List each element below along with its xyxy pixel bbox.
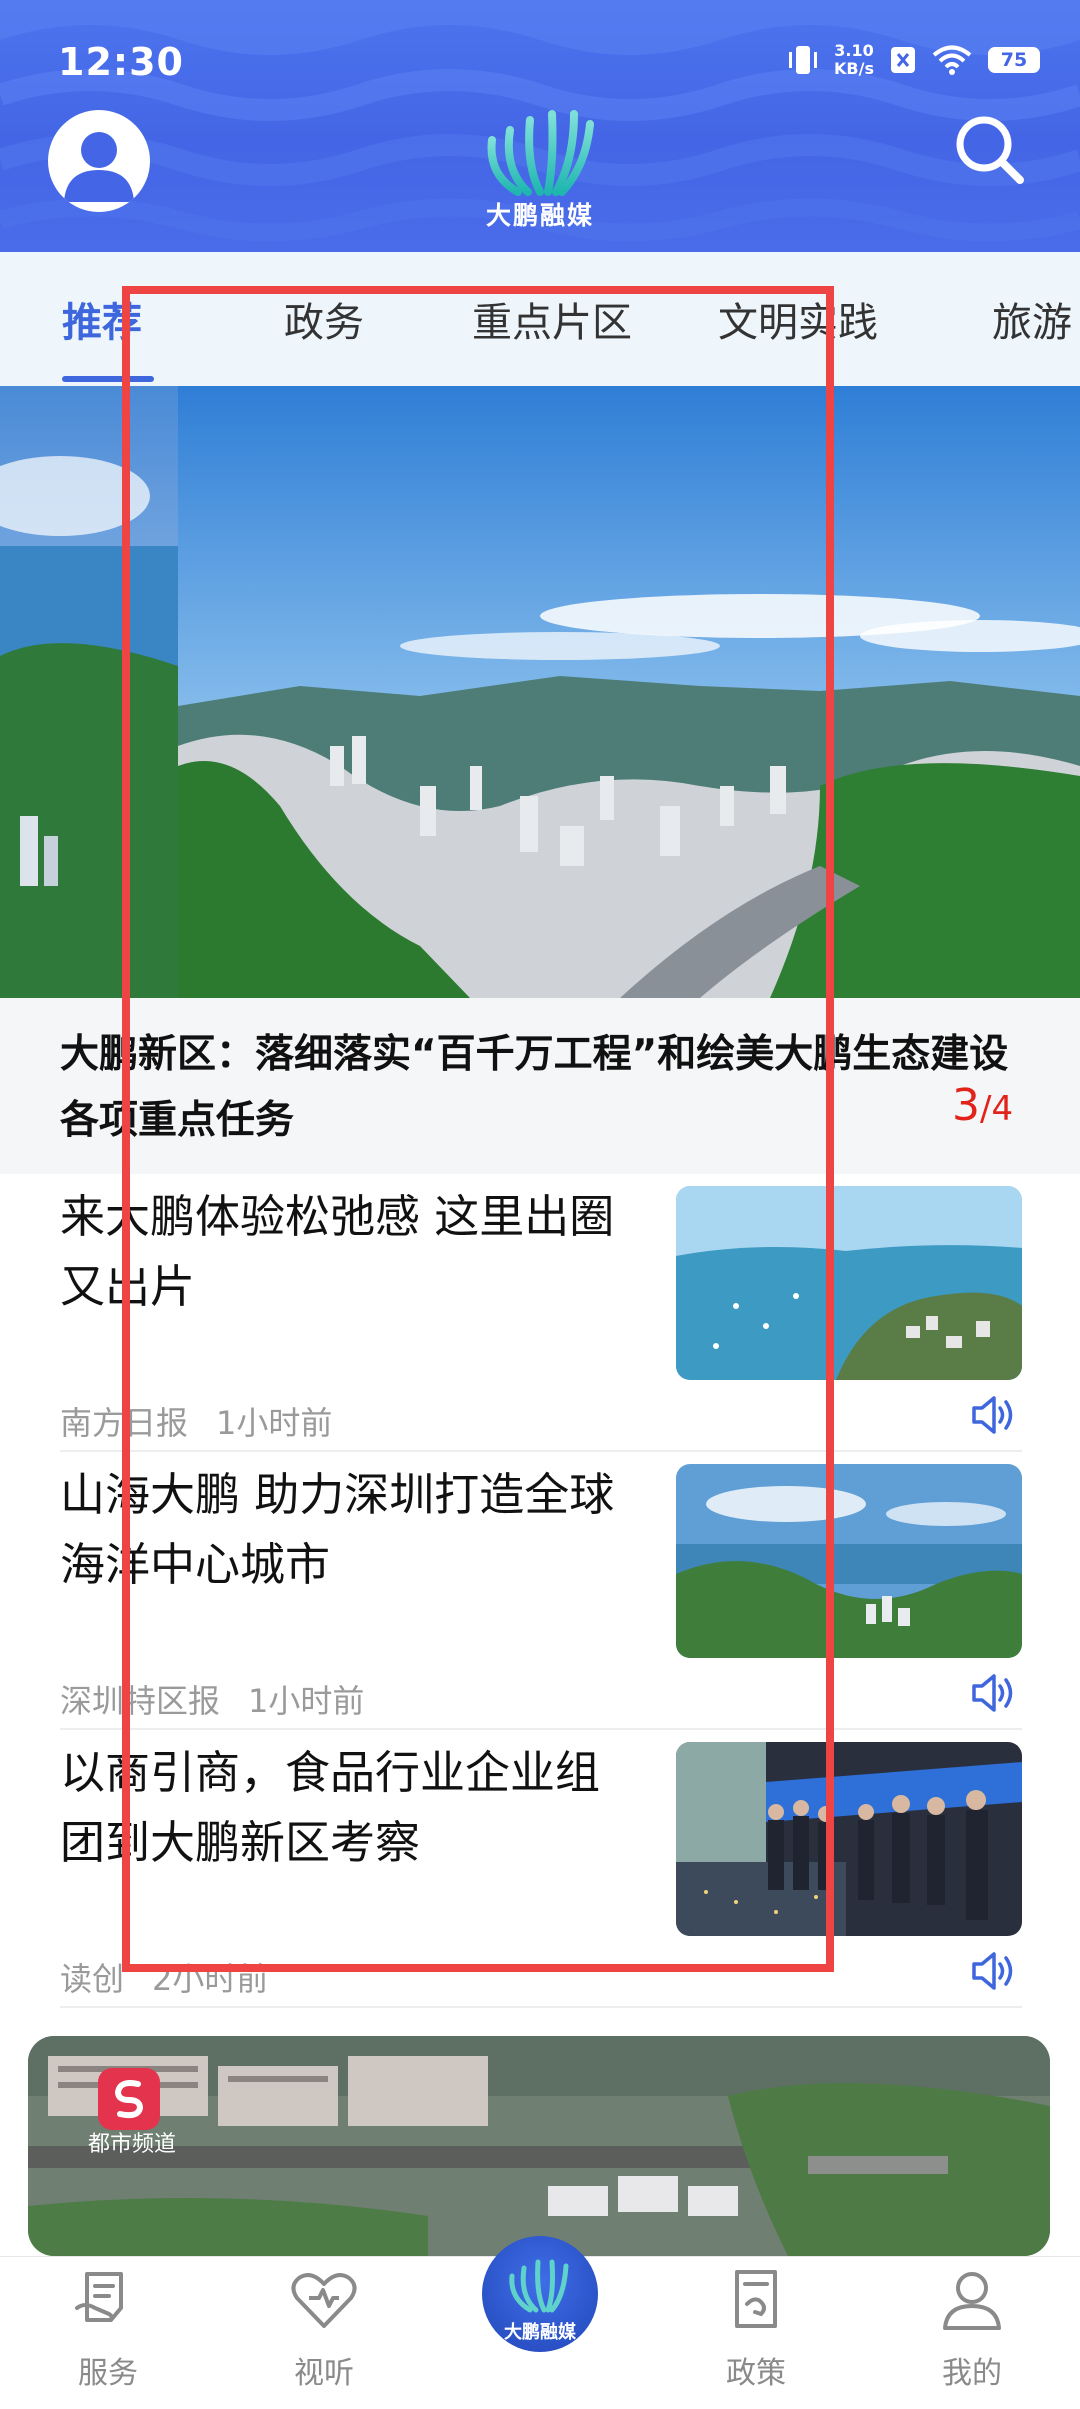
nav-policy-label: 政策 bbox=[726, 2356, 786, 2391]
highlight-annotation-box bbox=[122, 286, 834, 1972]
nav-service-label: 服务 bbox=[78, 2356, 138, 2391]
nav-policy[interactable] bbox=[686, 2268, 826, 2336]
nav-av[interactable] bbox=[254, 2268, 394, 2336]
user-icon bbox=[943, 2272, 1001, 2330]
nav-mine[interactable] bbox=[902, 2268, 1042, 2336]
nav-center-label: 大鹏融媒 bbox=[504, 2322, 576, 2343]
audio-icon[interactable] bbox=[970, 1950, 1016, 1992]
news-source: 读创 bbox=[60, 1960, 125, 1998]
audio-icon[interactable] bbox=[970, 1394, 1016, 1436]
nav-av-label: 视听 bbox=[294, 2356, 354, 2391]
vibrate-icon bbox=[789, 46, 818, 74]
wifi-icon bbox=[932, 45, 972, 75]
battery-icon: 75 bbox=[988, 47, 1040, 73]
audio-icon[interactable] bbox=[970, 1672, 1016, 1714]
service-icon bbox=[75, 2272, 123, 2322]
nav-mine-label: 我的 bbox=[942, 2356, 1002, 2391]
tab-tourism[interactable]: 旅游 bbox=[992, 290, 1072, 348]
heart-icon bbox=[291, 2273, 357, 2328]
notification-icon bbox=[891, 47, 915, 73]
banner-page-indicator: 3/4 bbox=[952, 1080, 1014, 1131]
status-time: 12:30 bbox=[58, 40, 184, 84]
search-icon[interactable] bbox=[950, 110, 1030, 190]
news-divider bbox=[60, 2006, 1022, 2008]
policy-icon bbox=[735, 2270, 777, 2328]
nav-service[interactable] bbox=[38, 2268, 178, 2336]
status-icons: 3.10 KB/s 75 bbox=[788, 42, 1040, 78]
net-speed: 3.10 KB/s bbox=[834, 41, 874, 78]
channel-logo-icon bbox=[98, 2068, 160, 2130]
channel-label: 都市频道 bbox=[87, 2132, 176, 2157]
app-logo-text: 大鹏融媒 bbox=[485, 201, 594, 230]
avatar-icon[interactable] bbox=[48, 110, 150, 212]
